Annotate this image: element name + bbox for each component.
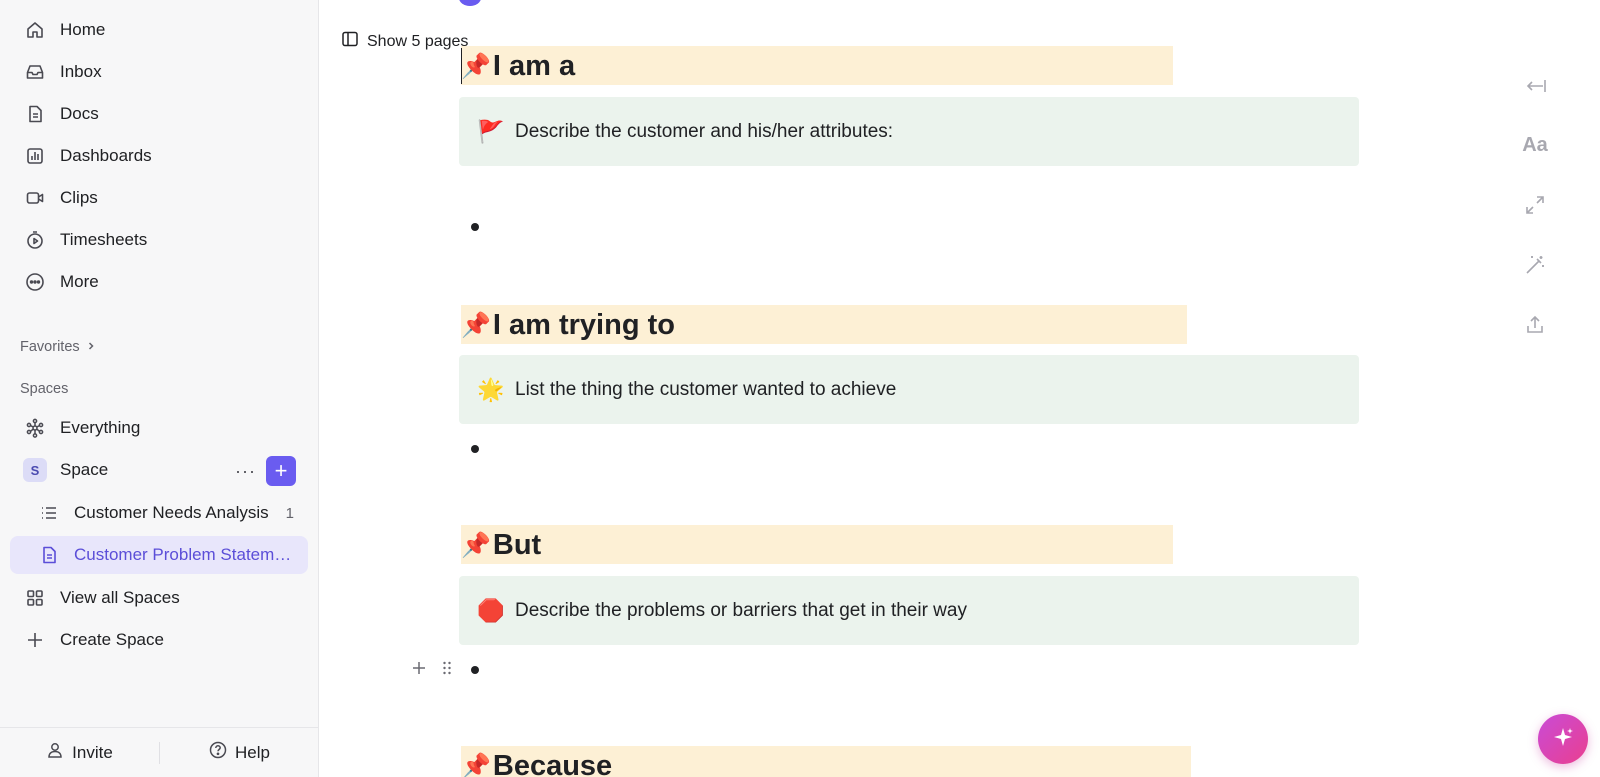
sidebar-footer: Invite Help [0,727,319,777]
show-pages-label: Show 5 pages [367,32,469,50]
list-bullet[interactable] [471,223,479,231]
chevron-right-icon [86,339,96,355]
sidebar-item-label: Everything [60,418,141,437]
sidebar-item-label: Create Space [60,630,164,649]
document-area: Show 5 pages 📌 I am a 🚩 Describe the cus… [319,0,1600,777]
heading-text: But [492,528,542,561]
sidebar-item-home[interactable]: Home [12,11,308,49]
grid-icon [24,587,46,609]
section-heading[interactable]: 📌 But [461,527,541,563]
add-block-icon[interactable] [411,660,427,681]
add-to-space-button[interactable]: + [266,456,296,486]
font-style-label: Aa [1522,133,1548,156]
stop-sign-icon: 🛑 [477,597,505,623]
callout-block[interactable]: 🛑 Describe the problems or barriers that… [459,576,1359,645]
sidebar-item-timesheets[interactable]: Timesheets [12,221,308,259]
sidebar-item-more[interactable]: More [12,263,308,301]
flag-icon: 🚩 [477,118,505,144]
doc-icon [38,544,60,566]
sidebar-item-view-all-spaces[interactable]: View all Spaces [12,579,308,617]
callout-block[interactable]: 🚩 Describe the customer and his/her attr… [459,97,1359,166]
callout-text: Describe the problems or barriers that g… [515,599,967,621]
sidebar-item-docs[interactable]: Docs [12,95,308,133]
list-icon [38,502,60,524]
sidebar-item-label: More [60,272,99,291]
help-label: Help [235,742,270,762]
share-icon[interactable] [1522,312,1548,338]
font-style-icon[interactable]: Aa [1522,132,1548,158]
user-icon [46,741,64,764]
section-heading[interactable]: 📌 I am trying to [461,307,675,343]
avatar [459,0,481,6]
help-button[interactable]: Help [160,741,319,764]
pushpin-icon: 📌 [461,752,491,777]
sidebar-item-label: View all Spaces [60,588,180,607]
ai-assistant-button[interactable] [1538,714,1588,764]
more-options-icon[interactable]: ··· [235,461,256,482]
sparkle-icon [1551,725,1575,754]
inbox-icon [24,61,46,83]
callout-text: List the thing the customer wanted to ac… [515,378,897,400]
sidebar-item-label: Inbox [60,62,102,81]
sidebar-item-label: Docs [60,104,99,123]
show-pages-button[interactable]: Show 5 pages [341,30,468,53]
magic-wand-icon[interactable] [1522,252,1548,278]
callout-text: Describe the customer and his/her attrib… [515,120,894,142]
timer-icon [24,229,46,251]
spaces-header: Spaces [20,381,68,397]
sidebar-panel-icon [341,30,359,53]
invite-button[interactable]: Invite [0,741,159,764]
sidebar-item-customer-problem-statement[interactable]: Customer Problem Statement [10,536,308,574]
video-icon [24,187,46,209]
block-tools [411,660,453,681]
space-avatar: S [23,458,47,482]
sidebar-item-customer-needs-analysis[interactable]: Customer Needs Analysis 1 [10,494,308,532]
callout-block[interactable]: 🌟 List the thing the customer wanted to … [459,355,1359,424]
pushpin-icon: 📌 [461,52,491,80]
collapse-panel-icon[interactable] [1522,73,1548,99]
sidebar-item-label: Space [60,460,109,479]
app-window: Home Inbox Docs Dashboards Clips Timeshe… [0,0,1600,777]
invite-label: Invite [72,742,113,762]
spaces-label: Spaces [20,381,69,397]
sidebar-item-label: Customer Problem Statement [74,545,292,564]
pushpin-icon: 📌 [461,311,491,339]
drag-handle-icon[interactable] [441,660,453,681]
sidebar-item-dashboards[interactable]: Dashboards [12,137,308,175]
list-bullet[interactable] [471,666,479,674]
section-heading[interactable]: 📌 Because [461,748,612,777]
heading-text: Because [492,749,613,777]
expand-arrows-icon[interactable] [1522,192,1548,218]
sidebar-item-everything[interactable]: Everything [12,409,308,447]
heading-text: I am trying to [492,308,675,341]
section-heading[interactable]: 📌 I am a [461,48,575,84]
heading-text: I am a [492,49,576,82]
star-icon: 🌟 [477,376,505,402]
dashboard-icon [24,145,46,167]
sidebar-item-clips[interactable]: Clips [12,179,308,217]
help-icon [209,741,227,764]
everything-icon [24,417,46,439]
item-count-badge: 1 [285,504,294,522]
sidebar-item-space[interactable]: S Space ··· + [12,451,308,489]
sidebar-item-label: Timesheets [60,230,148,249]
sidebar-item-label: Dashboards [60,146,152,165]
sidebar-item-inbox[interactable]: Inbox [12,53,308,91]
sidebar-item-label: Clips [60,188,98,207]
favorites-header[interactable]: Favorites [20,339,96,355]
home-icon [24,19,46,41]
sidebar-item-label: Customer Needs Analysis [74,503,269,522]
plus-icon [24,629,46,651]
more-icon [24,271,46,293]
pushpin-icon: 📌 [461,531,491,559]
space-actions: ··· + [235,456,296,486]
heading-highlight [461,525,1173,564]
favorites-label: Favorites [20,339,80,355]
doc-icon [24,103,46,125]
sidebar-item-label: Home [60,20,106,39]
sidebar-item-create-space[interactable]: Create Space [12,621,308,659]
list-bullet[interactable] [471,445,479,453]
sidebar: Home Inbox Docs Dashboards Clips Timeshe… [0,0,319,777]
